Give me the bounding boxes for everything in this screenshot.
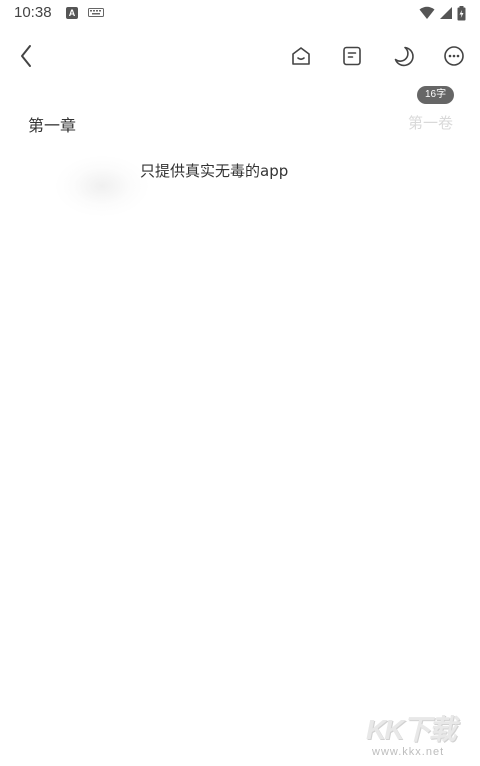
status-bar: 10:38 A (0, 0, 480, 26)
blurred-region (56, 156, 148, 216)
editor-screen: 10:38 A 16字 第一章 第一卷 只提供真实无毒的app KK下载 www… (0, 0, 480, 766)
chapter-title[interactable]: 第一章 (28, 112, 76, 136)
watermark-logo: KK下载 www.kkx.net (362, 708, 470, 762)
word-count-badge: 16字 (417, 86, 455, 104)
bookshelf-icon[interactable] (289, 44, 313, 68)
status-indicators (419, 5, 466, 21)
keyboard-icon (88, 8, 104, 17)
night-mode-icon[interactable] (391, 44, 415, 68)
status-time: 10:38 (14, 4, 52, 21)
wifi-icon (419, 6, 435, 19)
volume-label[interactable]: 第一卷 (408, 112, 453, 133)
watermark-logo-text: KK下载 (366, 714, 456, 745)
watermark-url: www.kkx.net (372, 746, 445, 758)
signal-icon (440, 7, 452, 19)
outline-icon[interactable] (340, 44, 364, 68)
notification-a-icon: A (66, 7, 78, 19)
chapter-body-text[interactable]: 只提供真实无毒的app (140, 160, 288, 181)
back-icon[interactable] (14, 42, 42, 70)
more-icon[interactable] (442, 44, 466, 68)
battery-icon (457, 5, 466, 20)
editor-toolbar (0, 36, 480, 76)
